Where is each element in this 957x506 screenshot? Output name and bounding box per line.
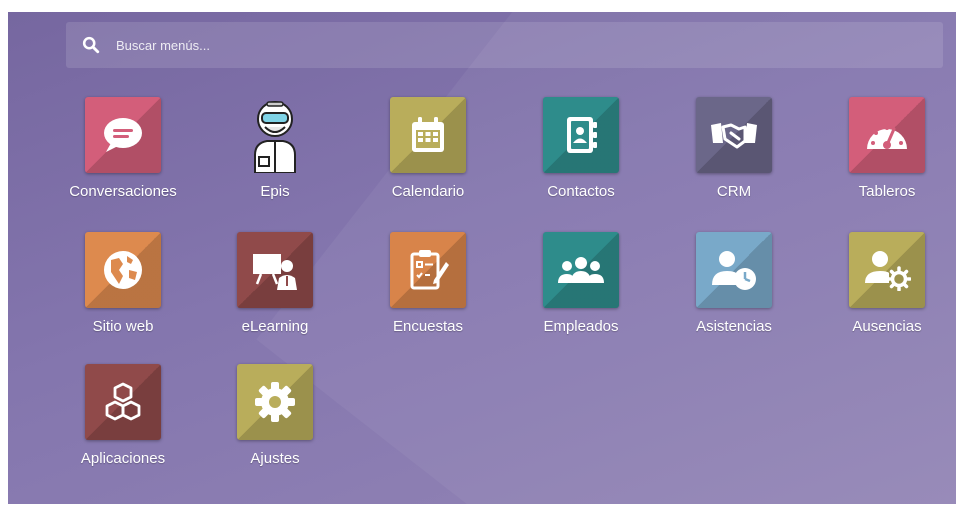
app-calendario[interactable]: Calendario <box>358 97 498 217</box>
app-label: eLearning <box>241 318 309 335</box>
app-tile[interactable] <box>696 232 772 308</box>
survey-clipboard-icon <box>410 250 449 290</box>
app-aplicaciones[interactable]: Aplicaciones <box>53 364 193 484</box>
app-tile[interactable] <box>849 97 925 173</box>
app-contactos[interactable]: Contactos <box>511 97 651 217</box>
app-ajustes[interactable]: Ajustes <box>205 364 345 484</box>
calendar-icon <box>412 117 444 152</box>
chat-bubble-icon <box>104 118 142 152</box>
app-label: Epis <box>260 183 290 200</box>
app-elearning[interactable]: eLearning <box>205 232 345 352</box>
app-tile[interactable] <box>390 97 466 173</box>
app-empleados[interactable]: Empleados <box>511 232 651 352</box>
app-tile[interactable] <box>85 232 161 308</box>
search-input[interactable] <box>114 36 898 54</box>
app-sitio-web[interactable]: Sitio web <box>53 232 193 352</box>
globe-icon <box>104 251 142 289</box>
app-label: Calendario <box>391 183 465 200</box>
app-label: Encuestas <box>392 318 464 335</box>
app-label: Aplicaciones <box>80 450 166 467</box>
address-book-icon <box>567 117 597 153</box>
app-tile[interactable] <box>390 232 466 308</box>
app-conversaciones[interactable]: Conversaciones <box>53 97 193 217</box>
user-clock-icon <box>712 251 756 290</box>
app-label: Asistencias <box>696 318 772 335</box>
app-label: Sitio web <box>92 318 154 335</box>
app-tableros[interactable]: Tableros <box>817 97 956 217</box>
home-menu: Conversaciones Epis <box>8 12 956 504</box>
app-label: Tableros <box>858 183 916 200</box>
protective-suit-worker-icon <box>254 101 296 173</box>
app-tile[interactable] <box>85 364 161 440</box>
app-tile[interactable] <box>85 97 161 173</box>
team-users-icon <box>558 257 604 283</box>
dashboard-gauge-icon <box>867 126 907 149</box>
app-tile[interactable] <box>237 97 313 173</box>
app-ausencias[interactable]: Ausencias <box>817 232 956 352</box>
teacher-board-icon <box>253 254 297 290</box>
app-label: Ajustes <box>250 450 300 467</box>
app-label: Ausencias <box>852 318 922 335</box>
app-tile[interactable] <box>543 232 619 308</box>
app-tile[interactable] <box>237 232 313 308</box>
app-label: Empleados <box>543 318 619 335</box>
gear-icon <box>255 382 295 422</box>
app-label: CRM <box>716 183 752 200</box>
search-icon <box>82 36 100 54</box>
app-crm[interactable]: CRM <box>664 97 804 217</box>
app-encuestas[interactable]: Encuestas <box>358 232 498 352</box>
app-tile[interactable] <box>849 232 925 308</box>
user-gear-icon <box>865 251 911 291</box>
app-tile[interactable] <box>696 97 772 173</box>
handshake-icon <box>711 123 757 149</box>
app-tile[interactable] <box>237 364 313 440</box>
app-epis[interactable]: Epis <box>205 97 345 217</box>
app-asistencias[interactable]: Asistencias <box>664 232 804 352</box>
cubes-icon <box>105 382 141 421</box>
app-tile[interactable] <box>543 97 619 173</box>
search-bar[interactable] <box>66 22 943 68</box>
app-label: Conversaciones <box>69 183 177 200</box>
app-label: Contactos <box>547 183 615 200</box>
